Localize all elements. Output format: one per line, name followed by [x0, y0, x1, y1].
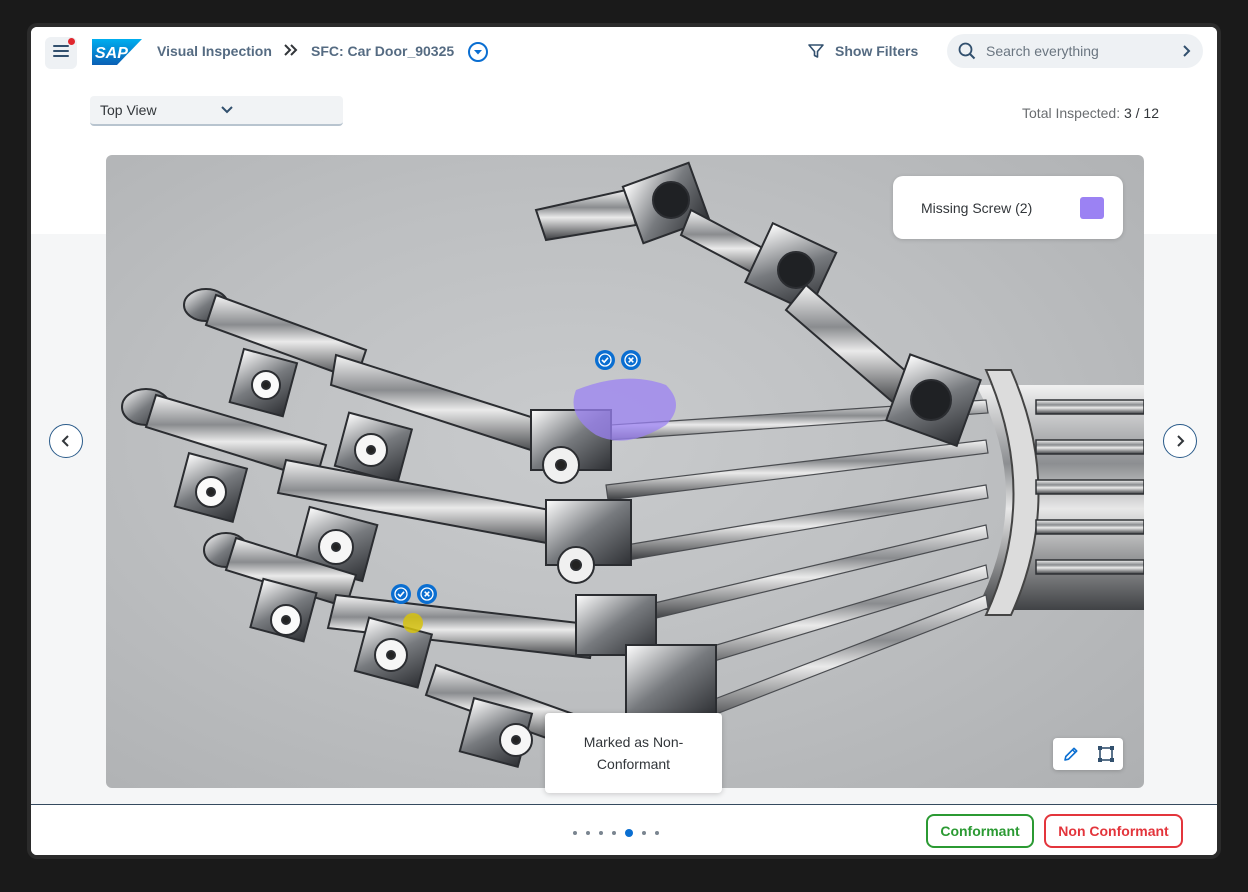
annotation-toolbar	[1053, 738, 1123, 770]
tooltip-text: Marked as Non-Conformant	[583, 734, 684, 772]
total-inspected: Total Inspected: 3 / 12	[1022, 105, 1159, 121]
pager-dot[interactable]	[573, 831, 577, 835]
screw-marker	[403, 613, 423, 633]
chevron-down-icon	[220, 106, 332, 114]
close-icon	[624, 353, 638, 367]
hamburger-icon	[53, 44, 69, 63]
total-inspected-label: Total Inspected:	[1022, 105, 1121, 121]
shell-header: SAP Visual Inspection SFC: Car Door_9032…	[31, 27, 1217, 79]
breadcrumb-app[interactable]: Visual Inspection	[157, 43, 272, 59]
non-conformant-button[interactable]: Non Conformant	[1044, 814, 1183, 848]
logo-text: SAP	[95, 45, 128, 62]
accept-screw-button[interactable]	[391, 584, 411, 604]
status-tooltip: Marked as Non-Conformant	[545, 713, 722, 793]
pager-dot[interactable]	[642, 831, 646, 835]
pager-dot[interactable]	[625, 829, 633, 837]
chevron-right-icon	[1175, 435, 1185, 447]
defect-legend: Missing Screw (2)	[893, 176, 1123, 239]
check-icon	[394, 587, 408, 601]
crop-frame-icon	[1096, 744, 1116, 764]
pager-dot[interactable]	[586, 831, 590, 835]
pager-dot[interactable]	[599, 831, 603, 835]
pager-dot[interactable]	[655, 831, 659, 835]
sap-logo[interactable]: SAP	[92, 39, 142, 70]
chevron-right-icon[interactable]	[1182, 45, 1192, 57]
next-image-button[interactable]	[1163, 424, 1197, 458]
filter-icon	[807, 42, 825, 60]
search-icon	[958, 42, 976, 60]
view-select[interactable]: Top View	[90, 96, 343, 126]
draw-button[interactable]	[1053, 738, 1088, 770]
view-select-value: Top View	[100, 102, 157, 118]
breadcrumb-current: SFC: Car Door_90325	[311, 43, 455, 59]
image-pager	[573, 829, 659, 837]
chevron-left-icon	[61, 435, 71, 447]
inspection-image-viewer[interactable]	[106, 155, 1144, 788]
bounding-box-button[interactable]	[1088, 738, 1123, 770]
double-chevron-right-icon	[283, 42, 299, 63]
robotic-hand-image	[121, 161, 1144, 769]
show-filters-button[interactable]: Show Filters	[807, 42, 918, 60]
search-input[interactable]	[984, 42, 1168, 60]
reject-screw-button[interactable]	[417, 584, 437, 604]
conformant-button[interactable]: Conformant	[926, 814, 1034, 848]
previous-image-button[interactable]	[49, 424, 83, 458]
search-field[interactable]	[947, 34, 1203, 68]
reject-region-button[interactable]	[621, 350, 641, 370]
pager-dot[interactable]	[612, 831, 616, 835]
check-icon	[598, 353, 612, 367]
accept-region-button[interactable]	[595, 350, 615, 370]
show-filters-label: Show Filters	[835, 43, 919, 59]
menu-button[interactable]	[45, 37, 77, 69]
footer-bar: Conformant Non Conformant	[31, 804, 1217, 855]
breadcrumb-dropdown-icon[interactable]	[467, 41, 489, 63]
legend-color-swatch	[1080, 196, 1104, 219]
app-window: SAP Visual Inspection SFC: Car Door_9032…	[31, 27, 1217, 855]
notification-dot	[68, 38, 75, 45]
pencil-icon	[1062, 745, 1080, 763]
close-icon	[420, 587, 434, 601]
legend-label: Missing Screw (2)	[921, 199, 1033, 216]
total-inspected-value: 3 / 12	[1123, 105, 1159, 121]
